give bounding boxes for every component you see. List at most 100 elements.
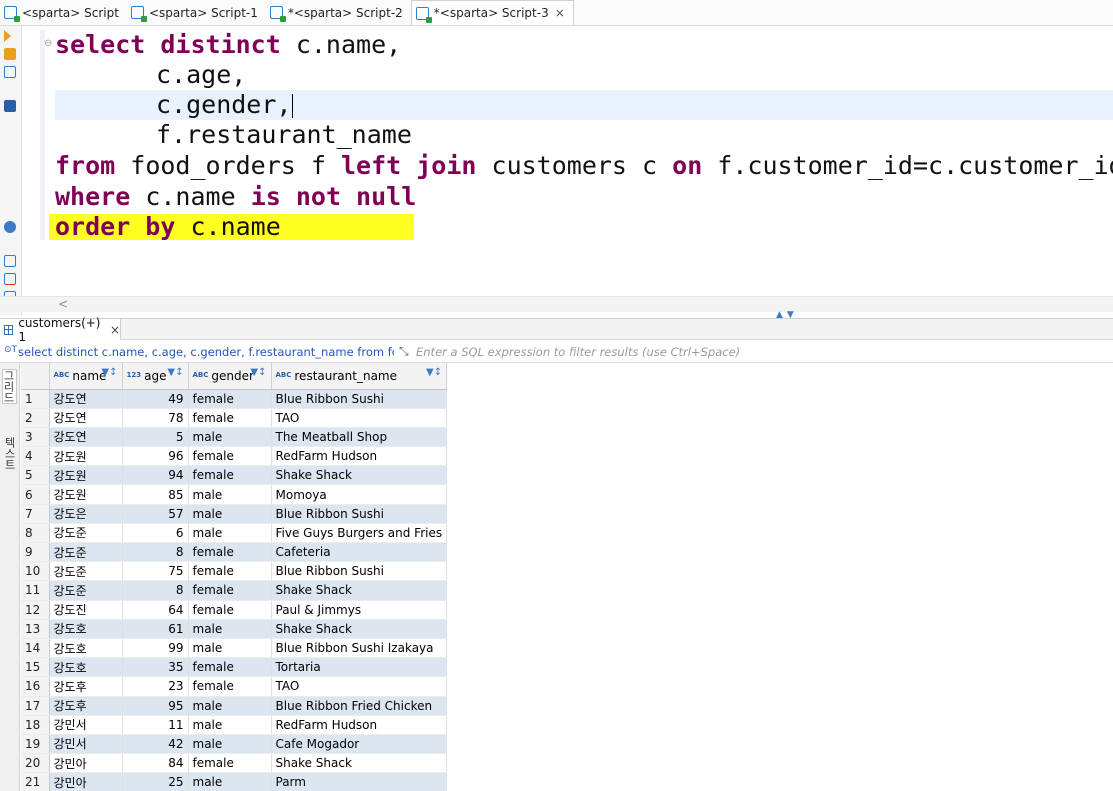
cell-name[interactable]: 강민서 — [49, 715, 123, 735]
editor-tab-1[interactable]: <sparta> Script — [0, 0, 127, 25]
fold-marker-icon[interactable]: ⊖ — [44, 38, 52, 49]
cell-gender[interactable]: male — [188, 638, 272, 659]
column-header-name[interactable]: ABC name ▼↕ — [49, 363, 123, 390]
cell-gender[interactable]: male — [188, 504, 272, 524]
table-row[interactable]: 15 강도호 35 female Tortaria — [21, 657, 448, 678]
cell-gender[interactable]: female — [188, 408, 272, 428]
cell-gender[interactable]: male — [188, 734, 272, 755]
cell-age[interactable]: 96 — [122, 446, 189, 467]
editor-tab-3[interactable]: *<sparta> Script-2 — [266, 0, 411, 25]
table-row[interactable]: 8 강도준 6 male Five Guys Burgers and Fries — [21, 523, 448, 544]
table-row[interactable]: 20 강민아 84 female Shake Shack — [21, 753, 448, 774]
cell-restaurant-name[interactable]: Blue Ribbon Sushi — [271, 504, 448, 524]
cell-restaurant-name[interactable]: TAO — [271, 408, 448, 428]
cell-age[interactable]: 99 — [122, 638, 189, 659]
cell-gender[interactable]: female — [188, 580, 272, 601]
cell-age[interactable]: 8 — [122, 542, 189, 563]
cell-age[interactable]: 35 — [122, 657, 189, 678]
cell-restaurant-name[interactable]: Momoya — [271, 484, 448, 505]
settings-gear-icon[interactable] — [4, 221, 16, 233]
cell-age[interactable]: 5 — [122, 427, 189, 448]
cell-name[interactable]: 강도후 — [49, 696, 123, 716]
cell-age[interactable]: 49 — [122, 389, 189, 409]
cell-restaurant-name[interactable]: Cafe Mogador — [271, 734, 448, 755]
cell-age[interactable]: 75 — [122, 561, 189, 582]
cell-age[interactable]: 42 — [122, 734, 189, 755]
column-header-restaurant-name[interactable]: ABC restaurant_name ▼↕ — [271, 363, 448, 390]
cell-gender[interactable]: female — [188, 753, 272, 774]
cell-name[interactable]: 강도호 — [49, 619, 123, 639]
cell-name[interactable]: 강도은 — [49, 504, 123, 524]
filter-sort-icon[interactable]: ▼↕ — [250, 367, 266, 378]
cell-age[interactable]: 78 — [122, 408, 189, 428]
sql-editor[interactable]: ⊖ select distinct c.name, c.age, c.gende… — [40, 30, 1113, 296]
cell-restaurant-name[interactable]: Shake Shack — [271, 619, 448, 639]
filter-input[interactable]: Enter a SQL expression to filter results… — [416, 345, 740, 359]
scroll-left-icon[interactable]: < — [58, 297, 68, 311]
table-row[interactable]: 9 강도준 8 female Cafeteria — [21, 542, 448, 563]
cell-restaurant-name[interactable]: Shake Shack — [271, 580, 448, 601]
cell-name[interactable]: 강도호 — [49, 657, 123, 678]
close-icon[interactable]: × — [555, 6, 565, 20]
table-row[interactable]: 16 강도후 23 female TAO — [21, 676, 448, 697]
cell-gender[interactable]: female — [188, 676, 272, 697]
table-row[interactable]: 12 강도진 64 female Paul & Jimmys — [21, 600, 448, 620]
cell-restaurant-name[interactable]: Cafeteria — [271, 542, 448, 563]
cell-gender[interactable]: female — [188, 446, 272, 467]
tab-grid-view[interactable]: 그리드 — [2, 369, 17, 404]
cell-age[interactable]: 8 — [122, 580, 189, 601]
table-row[interactable]: 7 강도은 57 male Blue Ribbon Sushi — [21, 504, 448, 524]
table-row[interactable]: 17 강도후 95 male Blue Ribbon Fried Chicken — [21, 696, 448, 716]
cell-name[interactable]: 강도준 — [49, 561, 123, 582]
cell-gender[interactable]: female — [188, 600, 272, 620]
editor-horizontal-scrollbar[interactable]: < — [0, 296, 1113, 312]
cell-restaurant-name[interactable]: The Meatball Shop — [271, 427, 448, 448]
cell-restaurant-name[interactable]: RedFarm Hudson — [271, 446, 448, 467]
cell-age[interactable]: 61 — [122, 619, 189, 639]
table-row[interactable]: 13 강도호 61 male Shake Shack — [21, 619, 448, 639]
cell-name[interactable]: 강도연 — [49, 408, 123, 428]
cell-name[interactable]: 강도호 — [49, 638, 123, 659]
cell-restaurant-name[interactable]: Blue Ribbon Sushi — [271, 389, 448, 409]
cell-gender[interactable]: female — [188, 561, 272, 582]
cell-gender[interactable]: female — [188, 465, 272, 486]
filter-sort-icon[interactable]: ▼↕ — [167, 367, 183, 378]
table-row[interactable]: 14 강도호 99 male Blue Ribbon Sushi Izakaya — [21, 638, 448, 659]
column-header-age[interactable]: 123 age ▼↕ — [122, 363, 189, 390]
cell-name[interactable]: 강도후 — [49, 676, 123, 697]
cell-age[interactable]: 64 — [122, 600, 189, 620]
table-row[interactable]: 4 강도원 96 female RedFarm Hudson — [21, 446, 448, 467]
cell-gender[interactable]: male — [188, 619, 272, 639]
cell-name[interactable]: 강도준 — [49, 580, 123, 601]
cell-name[interactable]: 강도원 — [49, 465, 123, 486]
table-row[interactable]: 18 강민서 11 male RedFarm Hudson — [21, 715, 448, 735]
cell-age[interactable]: 95 — [122, 696, 189, 716]
cell-restaurant-name[interactable]: Paul & Jimmys — [271, 600, 448, 620]
cell-gender[interactable]: male — [188, 523, 272, 544]
cell-age[interactable]: 6 — [122, 523, 189, 544]
cell-gender[interactable]: male — [188, 696, 272, 716]
table-row[interactable]: 11 강도준 8 female Shake Shack — [21, 580, 448, 601]
cell-restaurant-name[interactable]: Blue Ribbon Sushi — [271, 561, 448, 582]
cell-name[interactable]: 강민아 — [49, 772, 123, 791]
table-row[interactable]: 21 강민아 25 male Parm — [21, 772, 448, 791]
cell-gender[interactable]: male — [188, 715, 272, 735]
run-icon[interactable] — [4, 30, 11, 42]
column-header-gender[interactable]: ABC gender ▼↕ — [188, 363, 272, 390]
cell-restaurant-name[interactable]: Blue Ribbon Fried Chicken — [271, 696, 448, 716]
cell-restaurant-name[interactable]: Tortaria — [271, 657, 448, 678]
cell-age[interactable]: 11 — [122, 715, 189, 735]
cell-age[interactable]: 84 — [122, 753, 189, 774]
cell-restaurant-name[interactable]: TAO — [271, 676, 448, 697]
table-row[interactable]: 10 강도준 75 female Blue Ribbon Sushi — [21, 561, 448, 582]
cell-gender[interactable]: female — [188, 389, 272, 409]
cell-age[interactable]: 57 — [122, 504, 189, 524]
table-row[interactable]: 3 강도연 5 male The Meatball Shop — [21, 427, 448, 448]
cell-name[interactable]: 강도준 — [49, 523, 123, 544]
cell-age[interactable]: 85 — [122, 484, 189, 505]
open-script-icon[interactable] — [4, 273, 16, 285]
cell-restaurant-name[interactable]: Shake Shack — [271, 465, 448, 486]
explain-plan-icon[interactable] — [4, 66, 16, 78]
cell-restaurant-name[interactable]: Blue Ribbon Sushi Izakaya — [271, 638, 448, 659]
cell-age[interactable]: 94 — [122, 465, 189, 486]
